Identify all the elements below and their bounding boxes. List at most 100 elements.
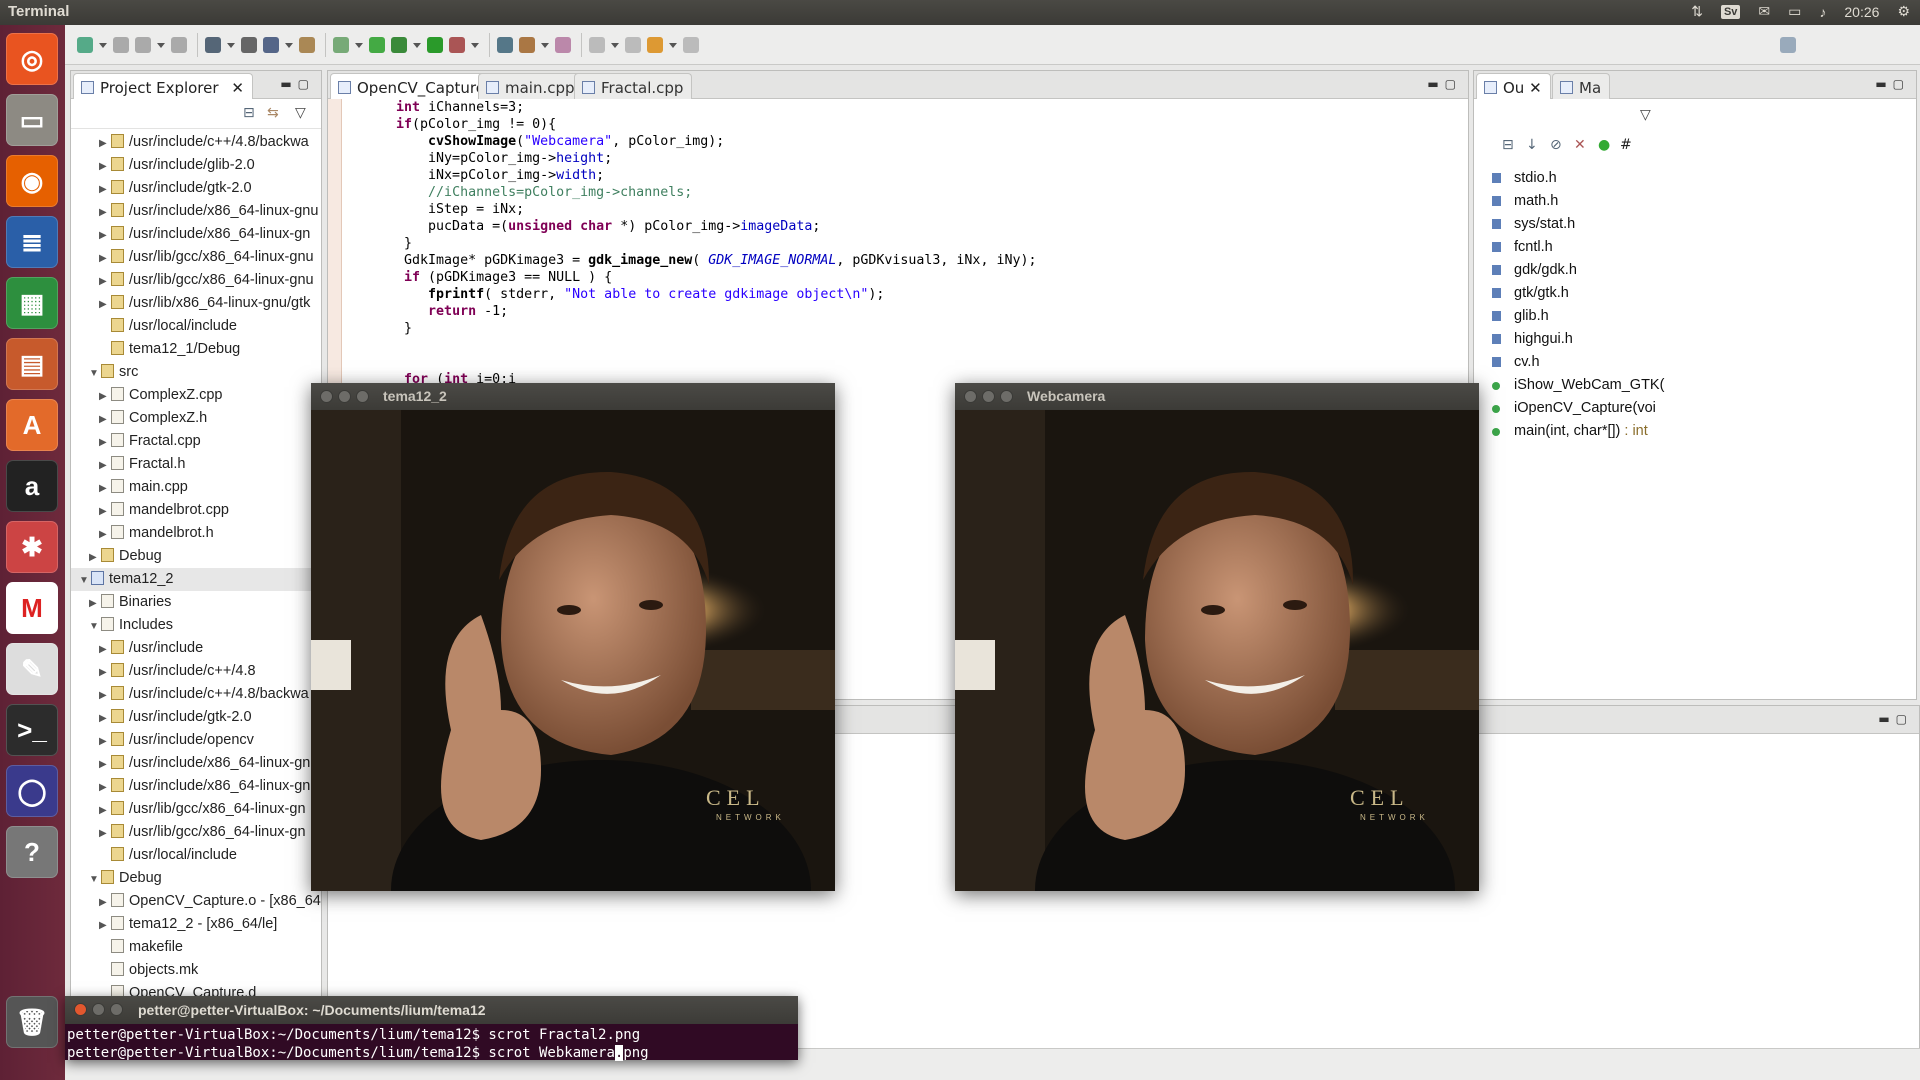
- window-titlebar[interactable]: Webcamera: [955, 383, 1479, 410]
- hide-fields-icon[interactable]: ↓: [1526, 137, 1538, 153]
- maximize-button[interactable]: [356, 390, 369, 403]
- tree-item[interactable]: ▶ /usr/lib/gcc/x86_64-linux-gn: [99, 821, 306, 844]
- expand-arrow-icon[interactable]: ▶: [99, 523, 111, 546]
- expand-arrow-icon[interactable]: ▶: [99, 408, 111, 431]
- gear-icon[interactable]: ⚙: [1897, 3, 1910, 20]
- forward-icon[interactable]: [683, 37, 699, 53]
- tree-item[interactable]: ▶ /usr/include/glib-2.0: [99, 154, 255, 177]
- expand-arrow-icon[interactable]: ▶: [99, 293, 111, 316]
- battery-icon[interactable]: ▭: [1788, 3, 1801, 20]
- close-button[interactable]: [320, 390, 333, 403]
- dropdown-arrow-icon[interactable]: [285, 43, 293, 48]
- terminal-output[interactable]: petter@petter-VirtualBox:~/Documents/liu…: [67, 1026, 649, 1062]
- launcher-settings-icon[interactable]: ✱: [6, 521, 58, 573]
- expand-arrow-icon[interactable]: ▶: [99, 477, 111, 500]
- tree-item[interactable]: ▶ /usr/include/x86_64-linux-gn: [99, 775, 310, 798]
- expand-arrow-icon[interactable]: ▶: [99, 454, 111, 477]
- tree-item[interactable]: ▶ /usr/include/c++/4.8: [99, 660, 256, 683]
- outline-item[interactable]: gdk/gdk.h: [1474, 259, 1916, 282]
- launcher-amazon-icon[interactable]: a: [6, 460, 58, 512]
- expand-arrow-icon[interactable]: ▼: [89, 868, 101, 891]
- minimize-button[interactable]: [982, 390, 995, 403]
- hash-icon[interactable]: #: [1620, 137, 1632, 153]
- view-menu-icon[interactable]: ▽: [295, 105, 306, 121]
- expand-arrow-icon[interactable]: ▶: [99, 270, 111, 293]
- tree-item[interactable]: ▶ /usr/include/gtk-2.0: [99, 177, 252, 200]
- close-button[interactable]: [74, 1003, 87, 1016]
- outline-item[interactable]: main(int, char*[]) : int: [1474, 420, 1916, 443]
- expand-arrow-icon[interactable]: ▶: [99, 500, 111, 523]
- build-icon[interactable]: [241, 37, 257, 53]
- expand-arrow-icon[interactable]: ▶: [99, 684, 111, 707]
- tree-item[interactable]: ▶ /usr/include/x86_64-linux-gnu: [99, 200, 318, 223]
- tree-item[interactable]: ▶ /usr/include/gtk-2.0: [99, 706, 252, 729]
- expand-arrow-icon[interactable]: ▶: [89, 546, 101, 569]
- network-icon[interactable]: ⇅: [1691, 3, 1703, 20]
- expand-arrow-icon[interactable]: ▶: [99, 661, 111, 684]
- print-icon[interactable]: [171, 37, 187, 53]
- tab-fractal-cpp[interactable]: Fractal.cpp: [574, 73, 693, 99]
- new-class-icon[interactable]: [299, 37, 315, 53]
- tab-project-explorer[interactable]: Project Explorer ✕: [73, 73, 253, 99]
- expand-arrow-icon[interactable]: ▼: [89, 362, 101, 385]
- expand-arrow-icon[interactable]: ▶: [99, 822, 111, 845]
- tree-item[interactable]: ▶ /usr/lib/gcc/x86_64-linux-gnu: [99, 246, 314, 269]
- launcher-terminal-icon[interactable]: >_: [6, 704, 58, 756]
- dropdown-arrow-icon[interactable]: [669, 43, 677, 48]
- outline-item[interactable]: stdio.h: [1474, 167, 1916, 190]
- tree-item[interactable]: ▶ Debug: [89, 545, 162, 568]
- clock[interactable]: 20:26: [1844, 4, 1879, 20]
- launcher-eclipse-icon[interactable]: ◯: [6, 765, 58, 817]
- tree-item[interactable]: ▶ mandelbrot.cpp: [99, 499, 229, 522]
- back-icon[interactable]: [647, 37, 663, 53]
- tree-item[interactable]: ▶ /usr/lib/x86_64-linux-gnu/gtk: [99, 292, 310, 315]
- launcher-calc-icon[interactable]: ▦: [6, 277, 58, 329]
- close-button[interactable]: [964, 390, 977, 403]
- outline-item[interactable]: fcntl.h: [1474, 236, 1916, 259]
- tree-item[interactable]: ▶ /usr/include/x86_64-linux-gn: [99, 223, 310, 246]
- tree-item[interactable]: ▶ OpenCV_Capture.o - [x86_64: [99, 890, 321, 913]
- tree-item[interactable]: /usr/local/include: [99, 315, 237, 338]
- close-icon[interactable]: ✕: [1524, 79, 1542, 97]
- tab-main-cpp[interactable]: main.cpp: [478, 73, 584, 99]
- tree-item[interactable]: ▶ /usr/include/x86_64-linux-gn: [99, 752, 310, 775]
- expand-arrow-icon[interactable]: ▶: [99, 638, 111, 661]
- tree-item[interactable]: ▶ /usr/include/opencv: [99, 729, 254, 752]
- run-last-icon[interactable]: [369, 37, 385, 53]
- tree-item[interactable]: ▶ /usr/lib/gcc/x86_64-linux-gnu: [99, 269, 314, 292]
- expand-arrow-icon[interactable]: ▶: [99, 155, 111, 178]
- dropdown-arrow-icon[interactable]: [157, 43, 165, 48]
- tree-item[interactable]: ▶ tema12_2 - [x86_64/le]: [99, 913, 277, 936]
- expand-arrow-icon[interactable]: ▶: [99, 730, 111, 753]
- dropdown-arrow-icon[interactable]: [471, 43, 479, 48]
- next-annotation-icon[interactable]: [589, 37, 605, 53]
- tree-item[interactable]: ▶ /usr/include/c++/4.8/backwa: [99, 131, 309, 154]
- tree-item[interactable]: objects.mk: [99, 959, 198, 982]
- debug-icon[interactable]: [263, 37, 279, 53]
- tree-item[interactable]: ▶ Fractal.h: [99, 453, 185, 476]
- launcher-gmail-icon[interactable]: M: [6, 582, 58, 634]
- maximize-button[interactable]: [1000, 390, 1013, 403]
- pane-window-controls[interactable]: ▬▢: [280, 77, 315, 91]
- expand-arrow-icon[interactable]: ▶: [99, 891, 111, 914]
- tree-item[interactable]: makefile: [99, 936, 183, 959]
- tree-item[interactable]: /usr/local/include: [99, 844, 237, 867]
- terminal-titlebar[interactable]: petter@petter-VirtualBox: ~/Documents/li…: [65, 996, 798, 1024]
- expand-arrow-icon[interactable]: ▶: [99, 753, 111, 776]
- outline-item[interactable]: glib.h: [1474, 305, 1916, 328]
- expand-arrow-icon[interactable]: ▶: [99, 707, 111, 730]
- open-type-icon[interactable]: [333, 37, 349, 53]
- tree-item[interactable]: ▶ main.cpp: [99, 476, 188, 499]
- tree-item[interactable]: ▶ ComplexZ.cpp: [99, 384, 222, 407]
- debug-run-icon[interactable]: [391, 37, 407, 53]
- volume-icon[interactable]: ♪: [1819, 4, 1826, 20]
- expand-arrow-icon[interactable]: ▼: [79, 569, 91, 592]
- dropdown-arrow-icon[interactable]: [99, 43, 107, 48]
- save-all-icon[interactable]: [135, 37, 151, 53]
- tab-outline-ma[interactable]: Ma: [1552, 73, 1611, 99]
- expand-arrow-icon[interactable]: ▶: [99, 224, 111, 247]
- outline-window-controls[interactable]: ▬▢: [1875, 77, 1910, 91]
- tree-item[interactable]: tema12_1/Debug: [99, 338, 240, 361]
- launcher-firefox-icon[interactable]: ◉: [6, 155, 58, 207]
- expand-arrow-icon[interactable]: ▶: [99, 431, 111, 454]
